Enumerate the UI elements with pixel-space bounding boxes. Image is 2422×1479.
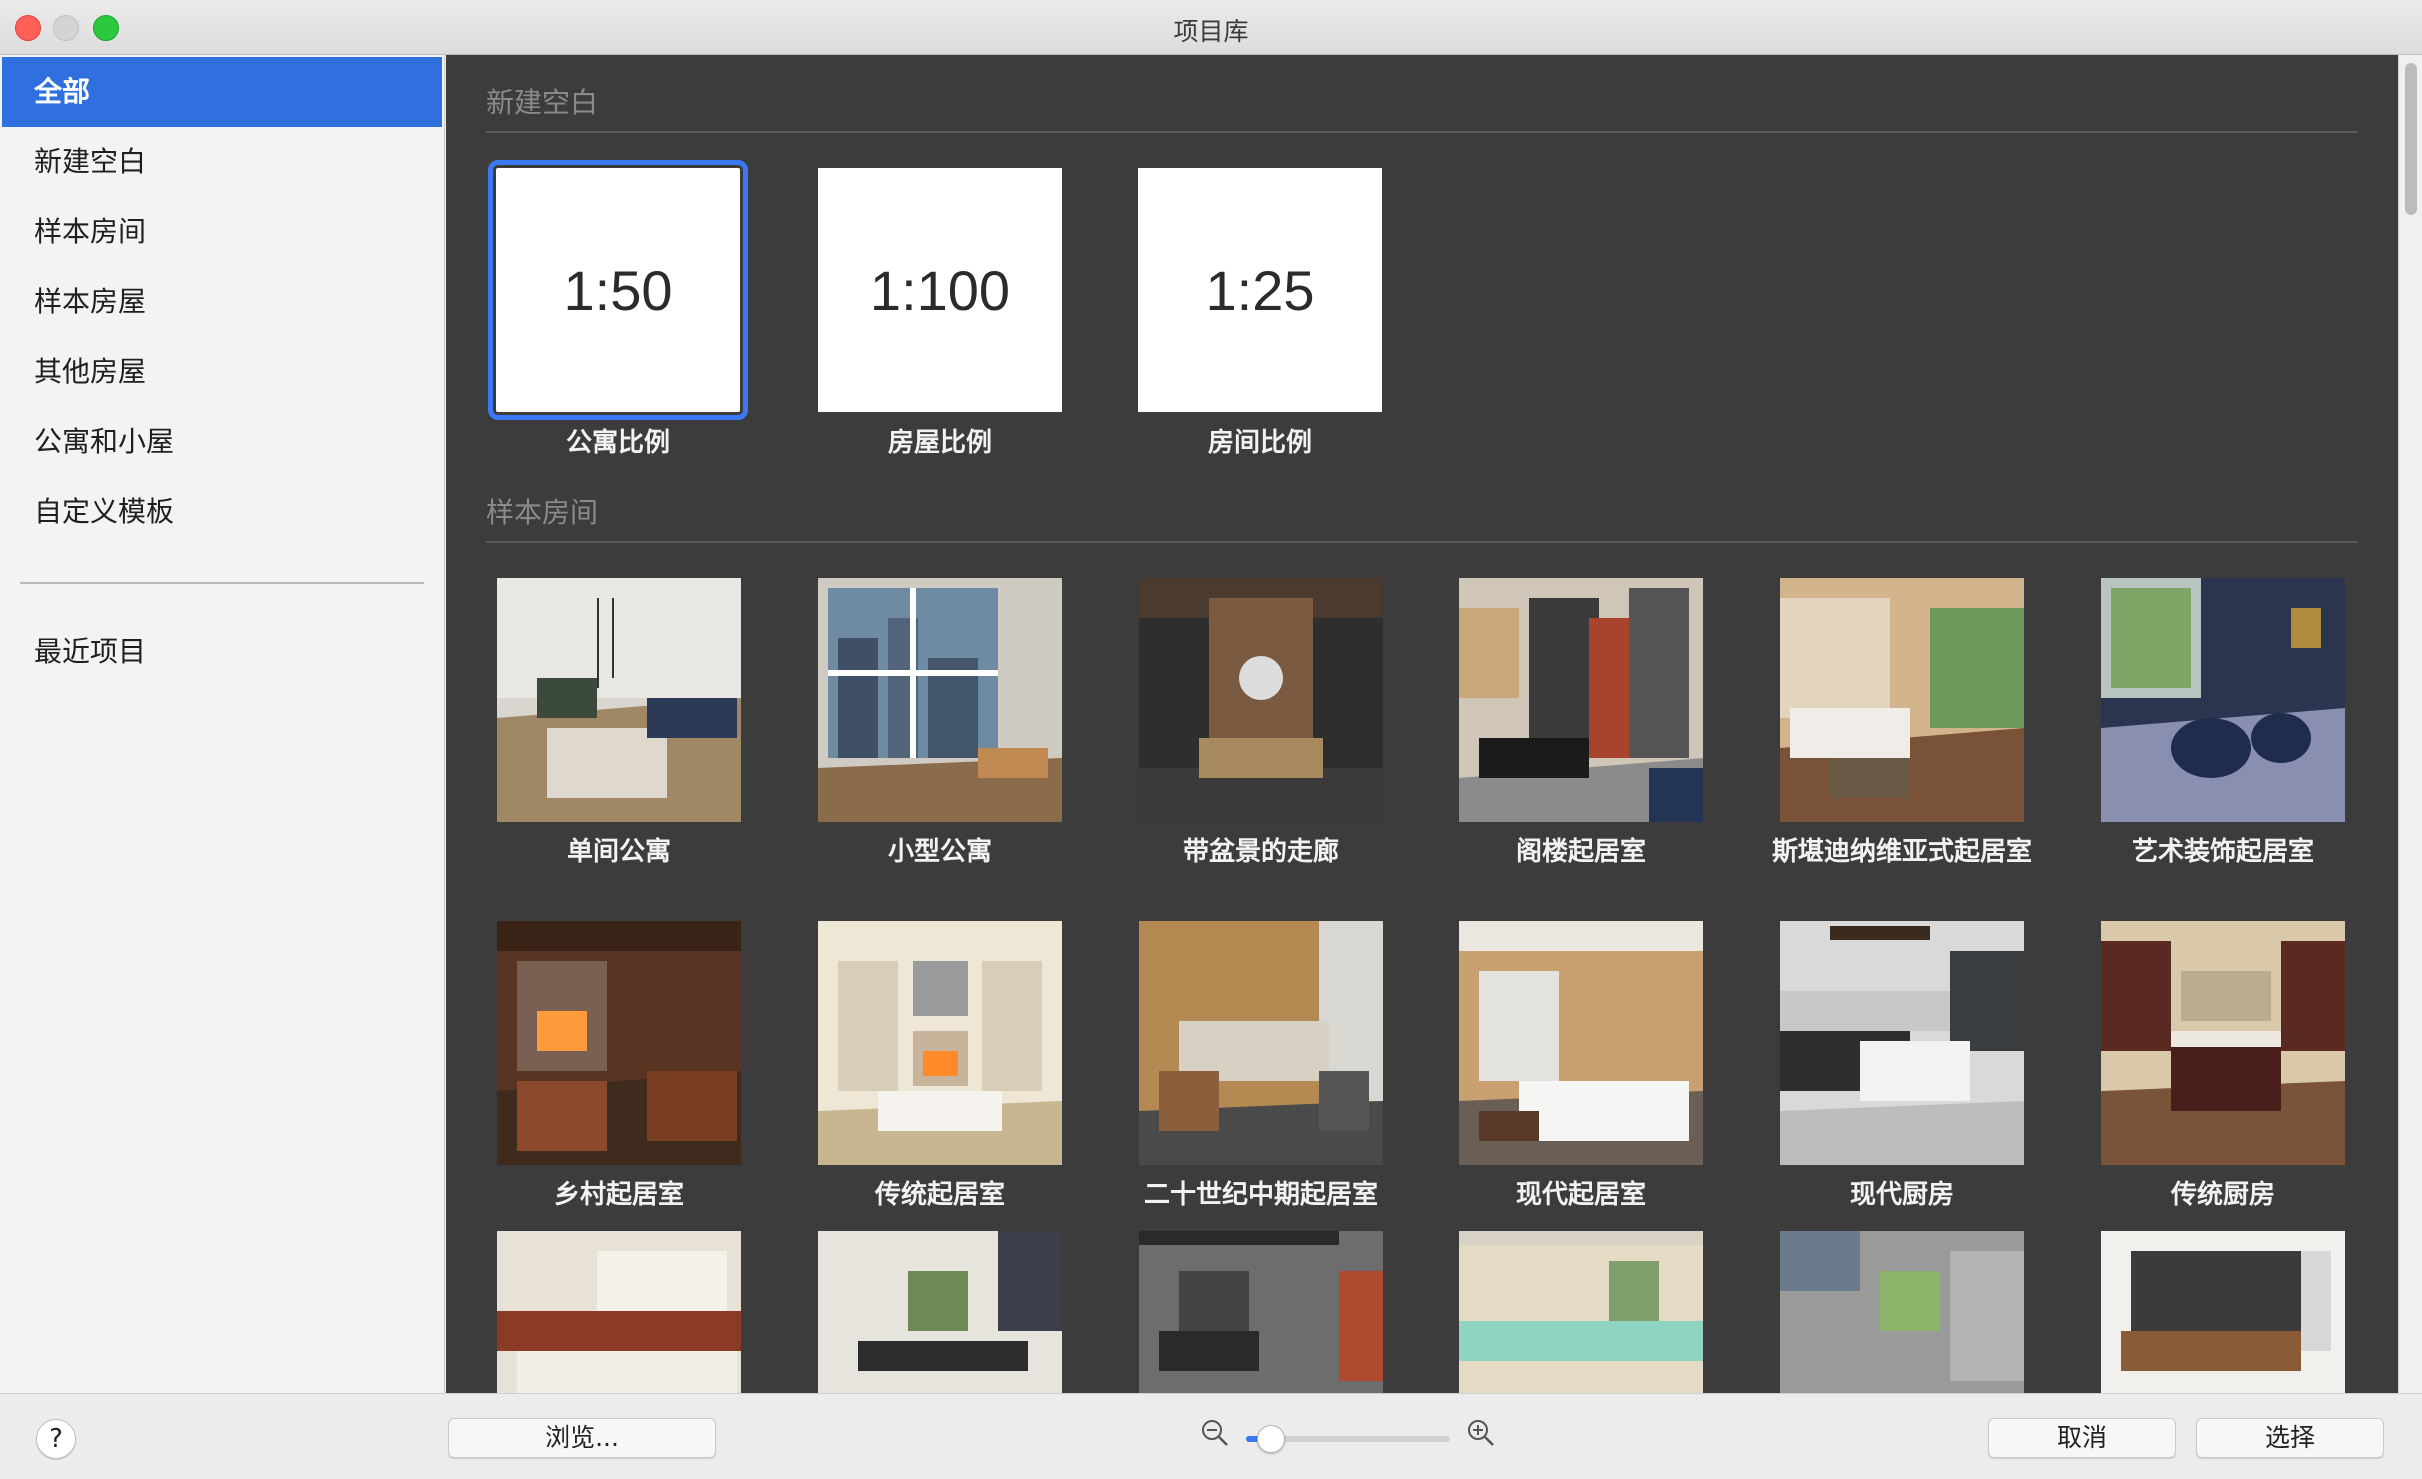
- room-image: [2101, 578, 2345, 822]
- sidebar-divider: [20, 582, 424, 584]
- room-thumbnail-traditional-living[interactable]: [818, 921, 1062, 1165]
- room-image: [497, 1231, 741, 1393]
- room-thumbnail[interactable]: [818, 1231, 1062, 1393]
- room-label: 传统厨房: [2170, 1180, 2275, 1210]
- room-label: 现代起居室: [1515, 1180, 1646, 1210]
- room-image: [1139, 1231, 1383, 1393]
- room-image: [2101, 921, 2345, 1165]
- scale-label-room: 房间比例: [1207, 428, 1312, 458]
- room-image: [1459, 1231, 1703, 1393]
- room-image: [1139, 921, 1383, 1165]
- room-thumbnail-scandinavian-living[interactable]: [1780, 578, 2024, 822]
- scrollbar-thumb[interactable]: [2405, 63, 2417, 215]
- room-thumbnail-rustic-living[interactable]: [497, 921, 741, 1165]
- title-bar: 项目库: [0, 0, 2422, 55]
- room-label: 斯堪迪纳维亚式起居室: [1771, 837, 2032, 867]
- scale-label-apartment: 公寓比例: [565, 428, 670, 458]
- room-thumbnail-traditional-kitchen[interactable]: [2101, 921, 2345, 1165]
- room-image: [1780, 921, 2024, 1165]
- sidebar: 全部 新建空白 样本房间 样本房屋 其他房屋 公寓和小屋 自定义模板 最近项目: [0, 55, 445, 1393]
- room-thumbnail[interactable]: [2101, 1231, 2345, 1393]
- room-thumbnail-loft-living[interactable]: [1459, 578, 1703, 822]
- room-label: 带盆景的走廊: [1182, 837, 1339, 867]
- room-thumbnail[interactable]: [1139, 1231, 1383, 1393]
- zoom-slider-knob[interactable]: [1257, 1425, 1286, 1453]
- room-label: 单间公寓: [566, 837, 671, 867]
- room-label: 阁楼起居室: [1515, 837, 1646, 867]
- room-image: [818, 1231, 1062, 1393]
- room-label: 传统起居室: [874, 1180, 1005, 1210]
- room-image: [1459, 578, 1703, 822]
- section-title-new-blank: 新建空白: [486, 86, 599, 119]
- scale-card-room[interactable]: 1:25: [1138, 168, 1382, 412]
- room-image: [1459, 921, 1703, 1165]
- room-thumbnail-modern-living[interactable]: [1459, 921, 1703, 1165]
- section-title-sample-rooms: 样本房间: [486, 496, 599, 529]
- room-thumbnail[interactable]: [497, 1231, 741, 1393]
- scale-card-apartment[interactable]: 1:50: [488, 160, 748, 420]
- room-label: 现代厨房: [1849, 1180, 1954, 1210]
- room-image: [818, 921, 1062, 1165]
- room-image: [818, 578, 1062, 822]
- room-thumbnail-modern-kitchen[interactable]: [1780, 921, 2024, 1165]
- room-image: [2101, 1231, 2345, 1393]
- scale-card-house[interactable]: 1:100: [818, 168, 1062, 412]
- project-gallery: 新建空白 1:50 公寓比例 1:100 房屋比例 1:25 房间比例 样本房间…: [446, 55, 2398, 1393]
- sidebar-item-apartments-cottages[interactable]: 公寓和小屋: [2, 407, 442, 477]
- room-label: 艺术装饰起居室: [2131, 837, 2314, 867]
- room-label: 乡村起居室: [553, 1180, 684, 1210]
- room-thumbnail-small-apartment[interactable]: [818, 578, 1062, 822]
- room-thumbnail[interactable]: [1780, 1231, 2024, 1393]
- room-label: 二十世纪中期起居室: [1143, 1180, 1378, 1210]
- sidebar-item-sample-houses[interactable]: 样本房屋: [2, 267, 442, 337]
- cancel-button[interactable]: 取消: [1988, 1418, 2176, 1458]
- scale-label-house: 房屋比例: [887, 428, 992, 458]
- room-thumbnail[interactable]: [1459, 1231, 1703, 1393]
- sidebar-item-other-houses[interactable]: 其他房屋: [2, 337, 442, 407]
- room-thumbnail-studio[interactable]: [497, 578, 741, 822]
- select-button[interactable]: 选择: [2196, 1418, 2384, 1458]
- sidebar-item-sample-rooms[interactable]: 样本房间: [2, 197, 442, 267]
- bottom-toolbar: ? 浏览... 取消 选择: [0, 1393, 2422, 1479]
- room-image: [1780, 1231, 2024, 1393]
- room-thumbnail-art-deco-living[interactable]: [2101, 578, 2345, 822]
- section-divider: [486, 131, 2358, 133]
- zoom-in-icon[interactable]: [1466, 1418, 1496, 1448]
- zoom-out-icon[interactable]: [1200, 1418, 1230, 1448]
- room-thumbnail-hallway-bonsai[interactable]: [1139, 578, 1383, 822]
- vertical-scrollbar[interactable]: [2398, 55, 2422, 1393]
- room-thumbnail-mid-century-living[interactable]: [1139, 921, 1383, 1165]
- sidebar-item-all[interactable]: 全部: [2, 57, 442, 127]
- room-image: [1780, 578, 2024, 822]
- window-title: 项目库: [1173, 17, 1249, 46]
- browse-button[interactable]: 浏览...: [448, 1418, 716, 1458]
- help-button[interactable]: ?: [36, 1419, 76, 1459]
- room-image: [497, 578, 741, 822]
- sidebar-item-custom-templates[interactable]: 自定义模板: [2, 477, 442, 547]
- section-divider: [486, 541, 2358, 543]
- room-label: 小型公寓: [887, 837, 992, 867]
- sidebar-item-new-blank[interactable]: 新建空白: [2, 127, 442, 197]
- room-image: [497, 921, 741, 1165]
- room-image: [1139, 578, 1383, 822]
- sidebar-item-recent-projects[interactable]: 最近项目: [2, 617, 442, 687]
